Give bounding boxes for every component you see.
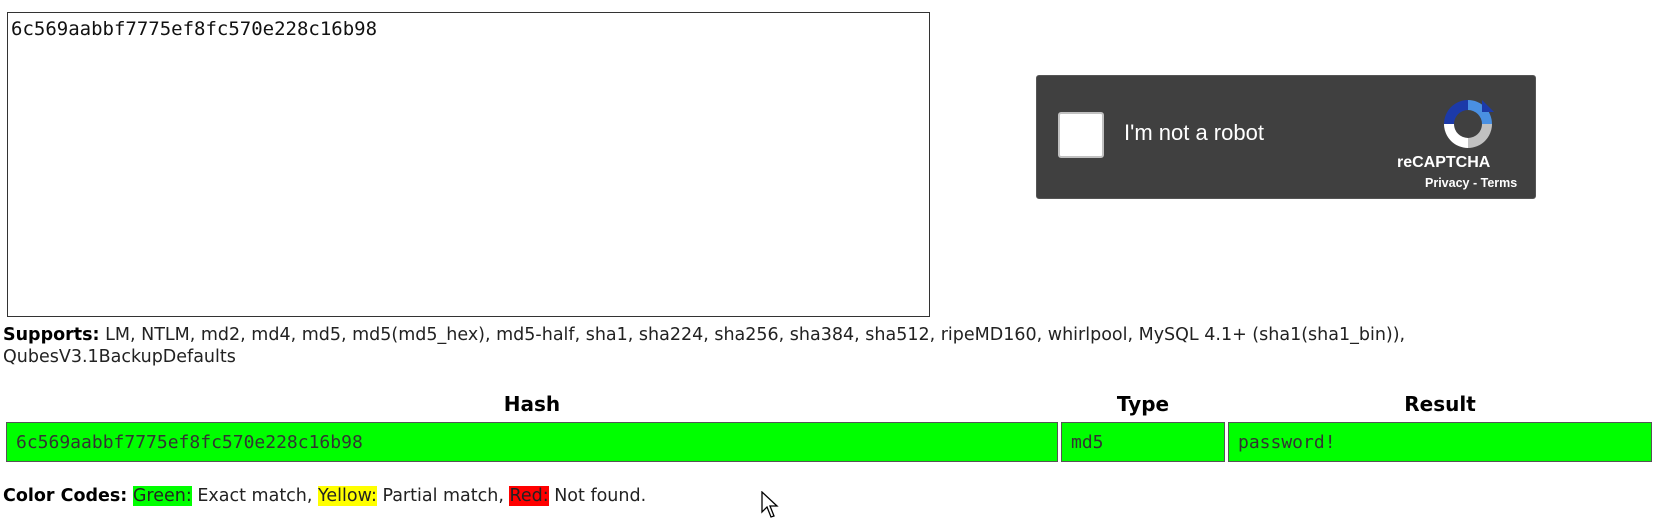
captcha-terms-link[interactable]: Terms [1481,176,1518,190]
recaptcha-widget: I'm not a robot reCAPTCHA Privacy - Term… [1036,75,1536,199]
supports-list: LM, NTLM, md2, md4, md5, md5(md5_hex), m… [3,325,1406,367]
legend-label: Color Codes: [3,486,128,506]
legend-red-swatch: Red: [509,486,549,506]
recaptcha-logo-icon [1444,100,1494,148]
header-result: Result [1404,392,1476,416]
legend-yellow-text: Partial match, [382,486,504,506]
captcha-brand: reCAPTCHA [1397,154,1491,171]
supports-label: Supports: [3,325,100,345]
header-type: Type [1116,392,1170,416]
header-hash: Hash [503,392,561,416]
supported-hashes: Supports: LM, NTLM, md2, md4, md5, md5(m… [3,324,1503,368]
color-codes-legend: Color Codes: Green: Exact match, Yellow:… [3,486,646,506]
mouse-cursor-icon [761,491,779,518]
captcha-checkbox[interactable] [1058,112,1104,158]
captcha-label: I'm not a robot [1124,120,1264,145]
table-row: 6c569aabbf7775ef8fc570e228c16b98 md5 pas… [6,422,1652,462]
legend-green-swatch: Green: [132,486,192,506]
results-table: Hash Type Result 6c569aabbf7775ef8fc570e… [3,388,1655,466]
cell-hash: 6c569aabbf7775ef8fc570e228c16b98 [6,422,1058,462]
cell-result: password! [1228,422,1652,462]
hash-input[interactable] [7,12,930,317]
captcha-links: Privacy - Terms [1425,176,1517,190]
captcha-privacy-link[interactable]: Privacy [1425,176,1469,190]
cell-type: md5 [1061,422,1225,462]
legend-green-text: Exact match, [197,486,313,506]
legend-red-text: Not found. [554,486,647,506]
legend-yellow-swatch: Yellow: [318,486,377,506]
captcha-link-separator: - [1472,176,1478,190]
